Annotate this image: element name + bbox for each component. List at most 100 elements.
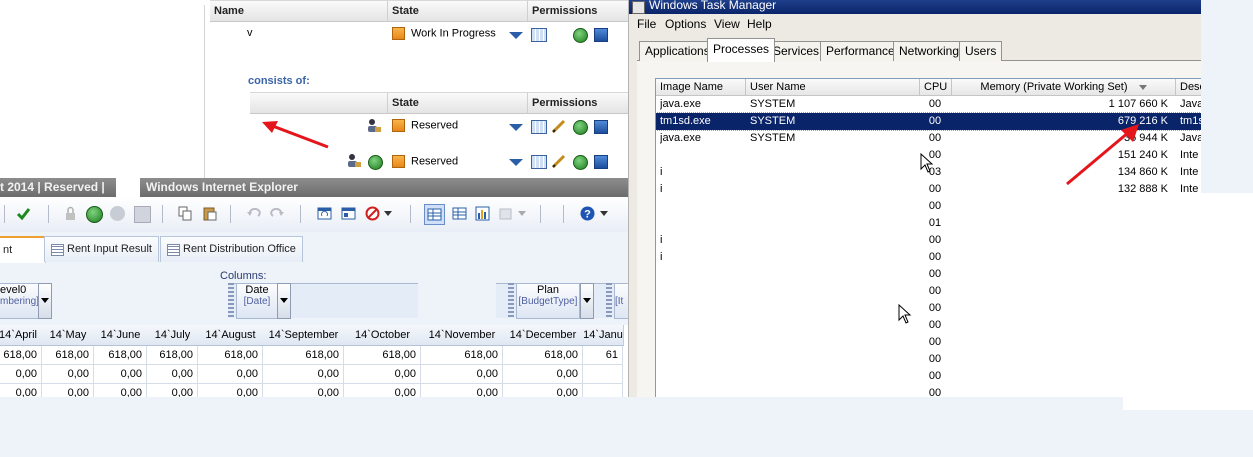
grid-cell[interactable]: 0,00	[42, 365, 94, 384]
dim-plan[interactable]: Plan [BudgetType]	[516, 283, 580, 319]
grid-cell[interactable]: 618,00	[0, 346, 42, 365]
process-row[interactable]: 00	[656, 317, 1202, 334]
header-permissions[interactable]: Permissions	[527, 1, 628, 21]
sub-header-state[interactable]: State	[387, 93, 528, 113]
green-circle-icon[interactable]	[573, 155, 588, 170]
process-row[interactable]: 00	[656, 283, 1202, 300]
pencil-icon[interactable]	[551, 154, 566, 172]
grid-cell[interactable]: 618,00	[198, 346, 263, 365]
dim-date-dropdown[interactable]	[277, 283, 291, 319]
chevron-down-icon[interactable]	[518, 211, 526, 216]
book-icon[interactable]	[531, 28, 547, 42]
paste-icon[interactable]	[202, 206, 217, 221]
blue-square-icon[interactable]	[594, 155, 608, 169]
process-row[interactable]: 00	[656, 368, 1202, 385]
copy-icon[interactable]	[178, 206, 193, 221]
checkmark-icon[interactable]	[16, 206, 31, 221]
undo-icon[interactable]	[246, 206, 261, 221]
bar-chart-icon[interactable]	[475, 206, 490, 221]
grid-cell[interactable]: 0,00	[198, 365, 263, 384]
grid-cell[interactable]: 0,00	[503, 365, 583, 384]
help-icon[interactable]: ?	[580, 206, 595, 221]
col-user-name[interactable]: User Name	[746, 79, 920, 96]
grid-column-header[interactable]: 14`April	[0, 325, 43, 346]
process-row[interactable]: java.exe SYSTEM 00 1 107 660 K Java	[656, 96, 1202, 113]
grid-cell[interactable]: 618,00	[344, 346, 421, 365]
grid-cell[interactable]	[583, 384, 623, 397]
process-row[interactable]: 00	[656, 334, 1202, 351]
grid-cell[interactable]: 0,00	[344, 384, 421, 397]
grid-cell[interactable]: 0,00	[0, 365, 42, 384]
disabled-circle-icon[interactable]	[110, 206, 125, 221]
grid-cell[interactable]: 0,00	[263, 365, 344, 384]
grid-cell[interactable]: 618,00	[263, 346, 344, 365]
menu-options[interactable]: Options	[665, 17, 706, 31]
col-memory[interactable]: Memory (Private Working Set)	[952, 79, 1176, 96]
row1-name-link[interactable]: v	[247, 27, 253, 39]
grid-cell[interactable]: 618,00	[94, 346, 147, 365]
drag-handle-icon[interactable]	[228, 283, 234, 317]
grid-cell[interactable]: 0,00	[94, 384, 147, 397]
table-icon[interactable]	[452, 206, 467, 221]
process-row[interactable]: 00	[656, 198, 1202, 215]
grid-cell[interactable]: 0,00	[147, 384, 198, 397]
grid-cell[interactable]: 618,00	[503, 346, 583, 365]
green-circle-icon[interactable]	[573, 120, 588, 135]
sub-header-permissions[interactable]: Permissions	[527, 93, 628, 113]
drag-handle-icon[interactable]	[508, 283, 514, 317]
grid-column-header[interactable]: 14`June	[94, 325, 148, 346]
col-description[interactable]: Desc	[1176, 79, 1202, 96]
col-cpu[interactable]: CPU	[920, 79, 952, 96]
menu-help[interactable]: Help	[747, 17, 772, 31]
dim-level[interactable]: evel0 mbering]	[0, 283, 39, 319]
tab-rent-distribution-office[interactable]: Rent Distribution Office	[160, 236, 303, 262]
tab-users[interactable]: Users	[959, 41, 1003, 61]
green-circle-icon[interactable]	[86, 206, 103, 223]
dim-level-dropdown[interactable]	[38, 283, 52, 319]
grid-column-header[interactable]: 14`May	[42, 325, 95, 346]
menu-file[interactable]: File	[637, 17, 656, 31]
grid-cell[interactable]: 0,00	[42, 384, 94, 397]
dim-plan-dropdown[interactable]	[580, 283, 594, 319]
col-image-name[interactable]: Image Name	[656, 79, 746, 96]
redo-icon[interactable]	[270, 206, 285, 221]
process-row[interactable]: 00	[656, 300, 1202, 317]
process-row[interactable]: 00	[656, 351, 1202, 368]
refresh-window-icon[interactable]	[317, 206, 332, 221]
grid-column-header[interactable]: 14`July	[147, 325, 199, 346]
lock-icon[interactable]	[63, 206, 78, 221]
tab-networking[interactable]: Networking	[893, 41, 966, 61]
process-row[interactable]: 00	[656, 266, 1202, 283]
book-icon[interactable]	[531, 120, 547, 134]
sheet-icon[interactable]	[341, 206, 356, 221]
grid-cell[interactable]: 0,00	[0, 384, 42, 397]
grid-cell[interactable]	[583, 365, 623, 384]
tab-services[interactable]: Services	[767, 41, 826, 61]
tab-applications[interactable]: Applications	[639, 41, 716, 61]
grid-cell[interactable]: 0,00	[503, 384, 583, 397]
grid-column-header[interactable]: 14`September	[263, 325, 345, 346]
grid-column-header[interactable]: 14`October	[344, 325, 422, 346]
state-dropdown-arrow-icon[interactable]	[509, 159, 523, 166]
tab-performance[interactable]: Performance	[820, 41, 901, 61]
menu-view[interactable]: View	[714, 17, 740, 31]
green-circle-icon[interactable]	[573, 28, 588, 43]
grid-cell[interactable]: 618,00	[42, 346, 94, 365]
grid-cell[interactable]: 0,00	[147, 365, 198, 384]
dim-date[interactable]: Date [Date]	[236, 283, 278, 319]
grid-cell[interactable]: 618,00	[147, 346, 198, 365]
tab-rent-input[interactable]: nt Input	[0, 236, 46, 281]
no-entry-icon[interactable]	[365, 206, 380, 221]
grid-cell[interactable]: 0,00	[94, 365, 147, 384]
grid-cell[interactable]: 0,00	[344, 365, 421, 384]
state-dropdown-arrow-icon[interactable]	[509, 124, 523, 131]
grid-column-header[interactable]: 14`Janu	[583, 325, 624, 346]
grid-column-header[interactable]: 14`November	[421, 325, 504, 346]
export-icon[interactable]	[499, 206, 514, 221]
drag-handle-icon[interactable]	[606, 283, 612, 317]
header-state[interactable]: State	[387, 1, 528, 21]
pencil-icon[interactable]	[551, 119, 566, 137]
grid-cell[interactable]: 618,00	[421, 346, 503, 365]
header-name[interactable]: Name	[210, 1, 388, 21]
state-dropdown-arrow-icon[interactable]	[509, 32, 523, 39]
